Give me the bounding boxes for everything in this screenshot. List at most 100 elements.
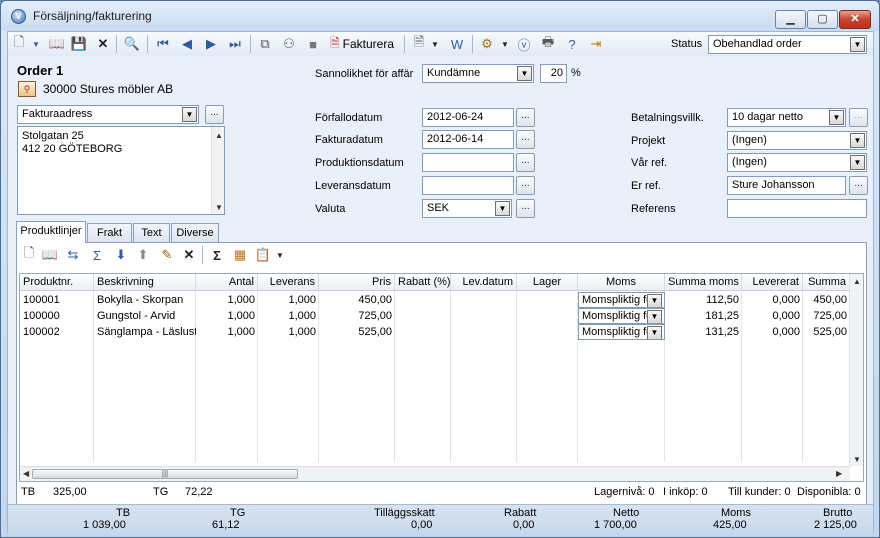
table-row[interactable]: 100000 Gungstol - Arvid 1,000 1,000 725,00 Mo… (20, 308, 850, 325)
column-header-moms[interactable]: Moms (578, 274, 665, 291)
exit-icon[interactable]: ⇥ (587, 35, 605, 53)
cell-moms[interactable]: Momspliktig fö ▼ (578, 292, 665, 308)
chevron-down-icon[interactable]: ▼ (517, 66, 532, 81)
address-type-select[interactable]: Fakturaadress ▼ (17, 105, 199, 124)
customer-card-icon[interactable]: ⚲ (18, 81, 36, 97)
chevron-down-icon[interactable]: ▼ (495, 201, 510, 216)
scroll-right-icon[interactable]: ▶ (836, 469, 842, 478)
vertical-scrollbar[interactable]: ▲ ▼ (849, 274, 863, 466)
chevron-down-icon[interactable]: ▼ (647, 326, 662, 339)
paste-dropdown-icon[interactable]: ▼ (271, 246, 289, 264)
horizontal-scrollbar[interactable]: ◀ ||| ▶ (20, 466, 850, 481)
scroll-down-icon[interactable]: ▼ (853, 455, 861, 464)
tab-text[interactable]: Text (133, 223, 170, 243)
var-ref-select[interactable]: (Ingen) ▼ (727, 153, 867, 172)
settings-icon[interactable]: ⚙ (478, 35, 496, 53)
search-icon[interactable]: 🔍 (123, 35, 141, 53)
scroll-up-icon[interactable]: ▲ (853, 277, 861, 286)
column-header-leverans[interactable]: Leverans (258, 274, 319, 291)
minimize-button[interactable]: ▁ (775, 10, 806, 29)
fakturadatum-input[interactable]: 2012-06-14 (422, 130, 514, 149)
stock-icon[interactable]: ▦ (231, 246, 249, 264)
edit-icon[interactable]: ✎ (158, 246, 176, 264)
chevron-down-icon[interactable]: ▼ (647, 294, 662, 307)
leveransdatum-picker-button[interactable]: ... (516, 176, 535, 195)
tab-frakt[interactable]: Frakt (87, 223, 132, 243)
scroll-up-icon[interactable]: ▲ (215, 129, 223, 142)
cell-moms[interactable]: Momspliktig fö ▼ (578, 308, 665, 324)
chevron-down-icon[interactable]: ▼ (829, 110, 844, 125)
er-ref-input[interactable]: Sture Johansson (727, 176, 846, 195)
first-record-icon[interactable]: ⏮ (154, 35, 172, 53)
address-textarea[interactable]: Stolgatan 25 412 20 GÖTEBORG ▲ ▼ (17, 126, 225, 215)
cell-moms[interactable]: Momspliktig fö ▼ (578, 324, 665, 340)
column-header-beskrivning[interactable]: Beskrivning (94, 274, 196, 291)
move-up-icon[interactable]: ⬆ (134, 246, 152, 264)
produktionsdatum-picker-button[interactable]: ... (516, 153, 535, 172)
previous-record-icon[interactable]: ◀ (178, 35, 196, 53)
sannolikhet-select[interactable]: Kundämne ▼ (422, 64, 534, 83)
close-window-button[interactable]: ✕ (839, 10, 871, 29)
fakturadatum-picker-button[interactable]: ... (516, 130, 535, 149)
open-book-icon[interactable]: 📖 (41, 246, 59, 264)
produktionsdatum-input[interactable] (422, 153, 514, 172)
column-header-summa[interactable]: Summa (803, 274, 850, 291)
report-dropdown-icon[interactable]: ▼ (426, 35, 444, 53)
delete-line-icon[interactable]: ✕ (180, 246, 198, 264)
delete-icon[interactable]: ✕ (94, 35, 112, 53)
print-icon[interactable]: 🖶 (539, 34, 557, 53)
status-select[interactable]: Obehandlad order ▼ (708, 35, 867, 54)
binoculars-icon[interactable]: ⚇ (280, 35, 298, 53)
valuta-select[interactable]: SEK ▼ (422, 199, 512, 218)
tab-produktlinjer[interactable]: Produktlinjer (16, 221, 86, 243)
column-header-pris[interactable]: Pris (319, 274, 395, 291)
scroll-thumb[interactable]: ||| (32, 469, 298, 479)
save-icon[interactable]: 💾 (70, 35, 88, 53)
column-header-lager[interactable]: Lager (517, 274, 578, 291)
referens-input[interactable] (727, 199, 867, 218)
projekt-select[interactable]: (Ingen) ▼ (727, 131, 867, 150)
column-header-lev-datum[interactable]: Lev.datum (451, 274, 517, 291)
er-ref-browse-button[interactable]: ... (849, 176, 868, 195)
sum-icon[interactable]: Σ (208, 246, 226, 264)
move-down-icon[interactable]: ⬇ (112, 246, 130, 264)
column-header-levererat[interactable]: Levererat (742, 274, 803, 291)
table-row[interactable]: 100002 Sänglampa - Läslust 1,000 1,000 525,0… (20, 324, 850, 341)
address-browse-button[interactable]: ... (205, 105, 224, 124)
betalningsvillk-select[interactable]: 10 dagar netto ▼ (727, 108, 846, 127)
new-document-icon[interactable]: 🗋 (10, 34, 28, 53)
column-header-antal[interactable]: Antal (196, 274, 258, 291)
percent-input[interactable]: 20 (540, 64, 567, 83)
insert-row-icon[interactable]: ⇆ (64, 246, 82, 264)
chevron-down-icon[interactable]: ▼ (182, 107, 197, 122)
valuta-browse-button[interactable]: ... (516, 199, 535, 218)
maximize-button[interactable]: ▢ (807, 10, 838, 29)
open-book-icon[interactable]: 📖 (48, 35, 66, 53)
new-dropdown-icon[interactable]: ▼ (27, 35, 45, 53)
help-icon[interactable]: ? (563, 35, 581, 53)
paste-icon[interactable]: 📋 (254, 246, 272, 264)
fakturera-button[interactable]: 🗎 Fakturera (330, 35, 394, 53)
globe-icon[interactable]: ⓥ (515, 35, 533, 53)
chevron-down-icon[interactable]: ▼ (850, 37, 865, 52)
column-header-produktnr[interactable]: Produktnr. (20, 274, 94, 291)
settings-dropdown-icon[interactable]: ▼ (496, 35, 514, 53)
scroll-left-icon[interactable]: ◀ (23, 469, 29, 478)
chevron-down-icon[interactable]: ▼ (647, 310, 662, 323)
chevron-down-icon[interactable]: ▼ (850, 155, 865, 170)
tab-diverse[interactable]: Diverse (171, 223, 219, 243)
table-row[interactable]: 100001 Bokylla - Skorpan 1,000 1,000 450,00 M… (20, 292, 850, 309)
forfallodatum-input[interactable]: 2012-06-24 (422, 108, 514, 127)
chevron-down-icon[interactable]: ▼ (850, 133, 865, 148)
address-scrollbar[interactable]: ▲ ▼ (211, 127, 224, 214)
leveransdatum-input[interactable] (422, 176, 514, 195)
word-export-icon[interactable]: W (448, 35, 466, 53)
copy-icon[interactable]: ⧉ (256, 35, 274, 53)
column-header-summa-moms[interactable]: Summa moms (665, 274, 742, 291)
scroll-down-icon[interactable]: ▼ (215, 201, 223, 214)
column-header-rabatt[interactable]: Rabatt (%) (395, 274, 451, 291)
next-record-icon[interactable]: ▶ (202, 35, 220, 53)
last-record-icon[interactable]: ⏭ (226, 35, 244, 53)
forfallodatum-picker-button[interactable]: ... (516, 108, 535, 127)
sum-arrow-icon[interactable]: Σ (88, 246, 106, 264)
